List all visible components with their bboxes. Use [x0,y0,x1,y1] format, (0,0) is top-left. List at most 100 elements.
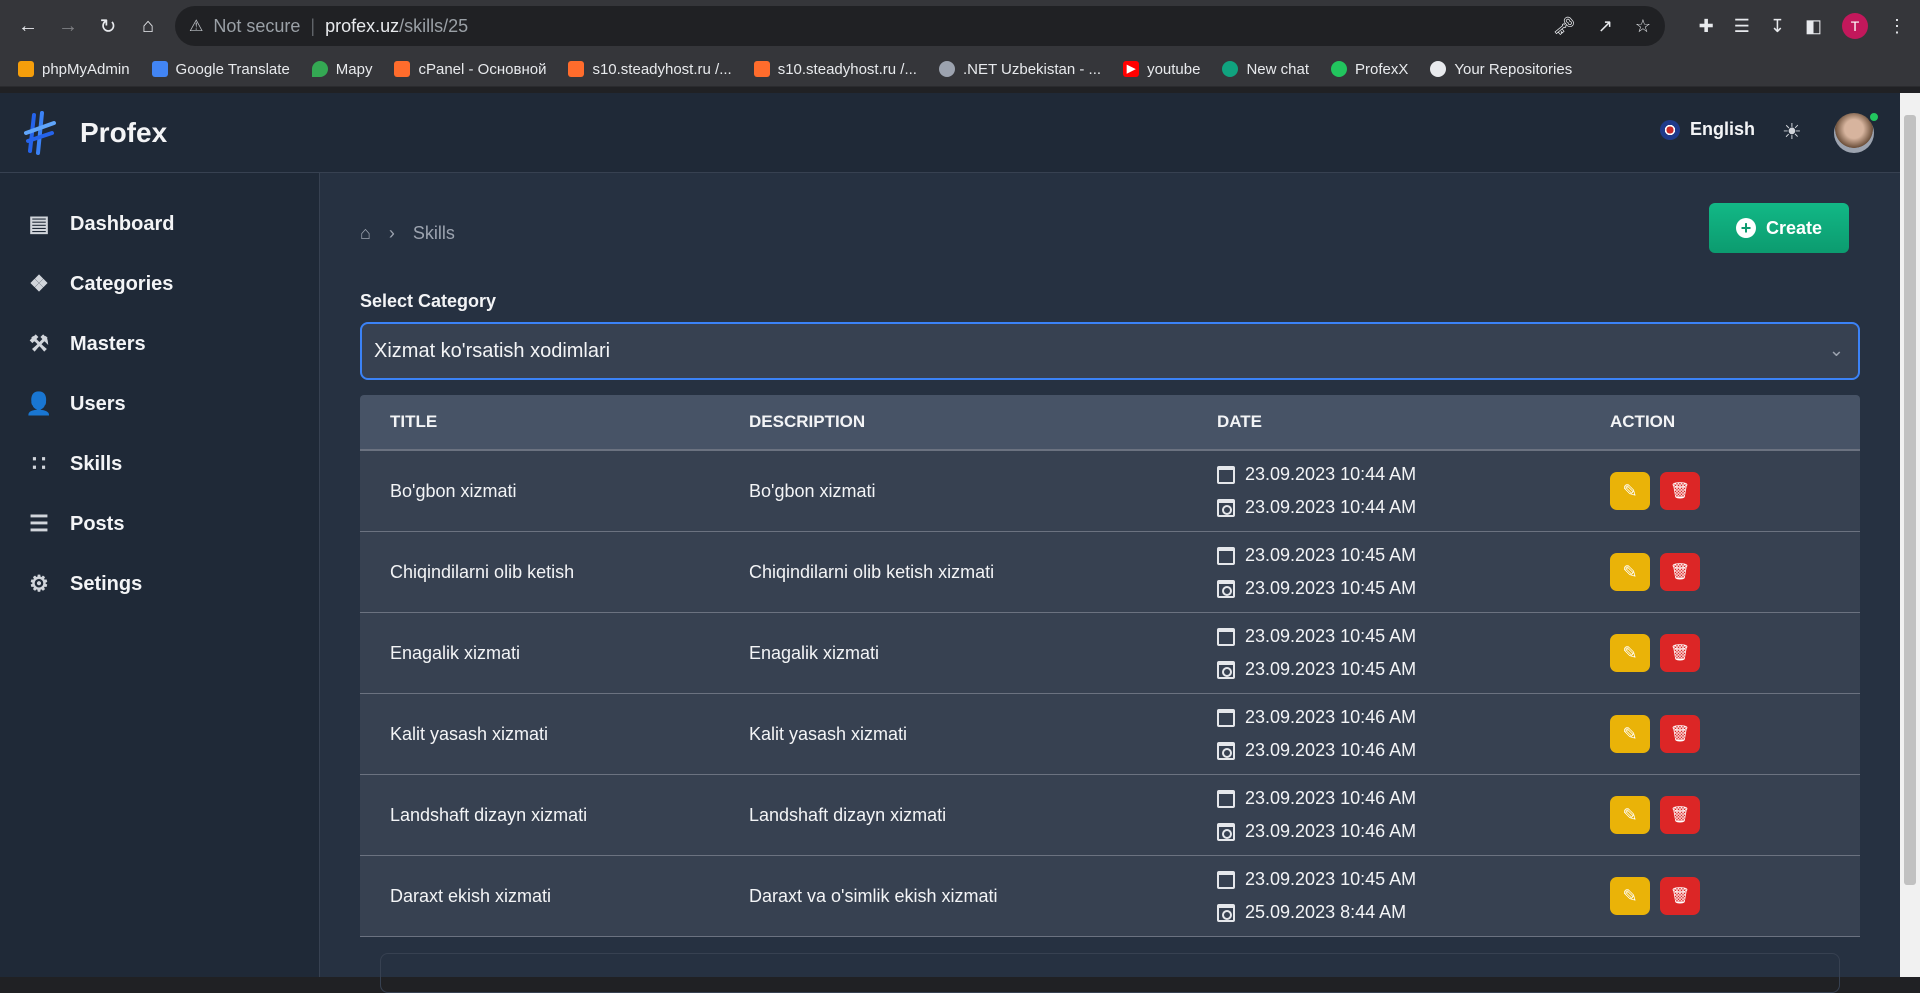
back-icon[interactable]: ← [10,8,46,44]
home-icon[interactable]: ⌂ [360,223,371,244]
pencil-icon: ✎ [1622,561,1638,582]
sidebar-item-label: Setings [70,572,143,595]
create-label: Create [1765,217,1823,238]
address-bar[interactable]: ⚠ Not secure | profex.uz/skills/25 🗝 ↗ ☆ [175,6,1665,46]
pencil-icon: ✎ [1622,885,1638,906]
download-icon[interactable]: ↧ [1770,16,1785,37]
bookmark-item[interactable]: Google Translate [151,61,290,78]
breadcrumb: ⌂ › Skills [360,223,455,244]
cell-date: 23.09.2023 10:45 AM 25.09.2023 8:44 AM [1217,869,1610,923]
users-icon: 👤 [25,391,53,416]
forward-icon[interactable]: → [50,8,86,44]
edit-button[interactable]: ✎ [1610,877,1650,915]
sidebar: ▤ Dashboard ❖ Categories ⚒ Masters 👤 Use… [0,173,320,977]
key-icon[interactable]: 🗝 [1553,16,1576,37]
security-label[interactable]: Not secure [213,16,300,37]
sidebar-item-settings[interactable]: ⚙ Setings [26,571,142,597]
bookmark-item[interactable]: New chat [1222,61,1309,78]
card-outline [380,953,1840,993]
create-button[interactable]: + Create [1709,203,1849,253]
omnibox-actions: 🗝 ↗ ☆ [1553,6,1651,46]
bookmark-item[interactable]: ProfexX [1330,61,1408,78]
table-header: TITLE DESCRIPTION DATE ACTION [360,395,1860,451]
table-row: Landshaft dizayn xizmati Landshaft dizay… [360,775,1860,856]
updated-date: 23.09.2023 10:44 AM [1217,497,1610,518]
language-selector[interactable]: English [1660,119,1755,140]
scrollbar-thumb[interactable] [1904,115,1916,885]
menu-icon[interactable]: ⋮ [1888,16,1906,37]
column-header: ACTION [1610,412,1676,431]
brand[interactable]: Profex [24,111,167,155]
url-host[interactable]: profex.uz [325,16,399,37]
created-date-text: 23.09.2023 10:45 AM [1245,869,1417,889]
hammer-icon: ⚒ [29,331,49,356]
sidebar-item-categories[interactable]: ❖ Categories [26,271,173,297]
side-panel-icon[interactable]: ◧ [1805,16,1822,37]
bookmark-label: .NET Uzbekistan - ... [962,60,1102,78]
sidebar-item-masters[interactable]: ⚒ Masters [26,331,145,357]
browser-actions: ✚ ☰ ↧ ◧ T ⋮ [1699,8,1906,44]
cell-description: Daraxt va o'simlik ekish xizmati [749,885,998,906]
bookmark-item[interactable]: ▶ youtube [1123,61,1200,78]
sidebar-item-dashboard[interactable]: ▤ Dashboard [26,211,175,237]
warning-icon[interactable]: ⚠ [189,16,203,36]
calendar-icon [1217,789,1235,808]
skills-icon: ∷ [32,451,46,476]
cell-title: Kalit yasash xizmati [390,723,549,744]
home-icon[interactable]: ⌂ [130,8,166,44]
bookmark-item[interactable]: s10.steadyhost.ru /... [753,61,917,78]
table-row: Enagalik xizmati Enagalik xizmati 23.09.… [360,613,1860,694]
category-select[interactable]: Xizmat ko'rsatish xodimlari ⌄ [360,322,1860,380]
delete-button[interactable]: 🗑 [1660,715,1700,753]
scrollbar[interactable] [1900,93,1920,977]
column-header: DATE [1217,412,1263,431]
column-header: DESCRIPTION [749,412,866,431]
sun-icon[interactable]: ☀ [1782,119,1802,145]
bookmark-item[interactable]: .NET Uzbekistan - ... [938,60,1102,78]
browser-toolbar: ← → ↻ ⌂ ⚠ Not secure | profex.uz/skills/… [0,0,1920,52]
cell-title: Daraxt ekish xizmati [390,885,552,906]
delete-button[interactable]: 🗑 [1660,877,1700,915]
table-row: Daraxt ekish xizmati Daraxt va o'simlik … [360,856,1860,937]
bookmark-item[interactable]: Your Repositories [1430,61,1572,78]
cell-actions: ✎ 🗑 [1610,715,1860,753]
calendar-icon [1217,465,1235,484]
breadcrumb-current: Skills [412,223,455,243]
cell-actions: ✎ 🗑 [1610,796,1860,834]
delete-button[interactable]: 🗑 [1660,553,1700,591]
app-header: Profex English ☀ [0,93,1900,173]
extensions-icon[interactable]: ✚ [1699,16,1714,37]
reload-icon[interactable]: ↻ [90,8,126,44]
url-path[interactable]: /skills/25 [399,16,468,37]
edit-button[interactable]: ✎ [1610,715,1650,753]
delete-button[interactable]: 🗑 [1660,634,1700,672]
calendar-edit-icon [1217,579,1235,598]
bookmark-item[interactable]: s10.steadyhost.ru /... [568,61,732,78]
cell-title: Enagalik xizmati [390,642,521,663]
bookmark-item[interactable]: phpMyAdmin [18,61,130,78]
created-date-text: 23.09.2023 10:44 AM [1245,464,1417,484]
edit-button[interactable]: ✎ [1610,796,1650,834]
edit-button[interactable]: ✎ [1610,553,1650,591]
sidebar-item-posts[interactable]: ☰ Posts [26,511,124,537]
delete-button[interactable]: 🗑 [1660,472,1700,510]
bookmark-item[interactable]: Mapy [311,61,372,78]
app: Profex English ☀ ▤ Dashboard ❖ Categorie… [0,93,1900,993]
reading-list-icon[interactable]: ☰ [1734,16,1750,37]
edit-button[interactable]: ✎ [1610,634,1650,672]
share-icon[interactable]: ↗ [1598,16,1613,37]
sidebar-item-skills[interactable]: ∷ Skills [26,451,122,477]
created-date-text: 23.09.2023 10:45 AM [1245,545,1417,565]
sidebar-item-users[interactable]: 👤 Users [25,391,125,417]
star-icon[interactable]: ☆ [1635,16,1651,37]
bookmark-icon [1222,61,1239,77]
table-body: Bo'gbon xizmati Bo'gbon xizmati 23.09.20… [360,451,1860,937]
updated-date: 23.09.2023 10:45 AM [1217,578,1610,599]
edit-button[interactable]: ✎ [1610,472,1650,510]
profile-avatar[interactable]: T [1842,13,1868,39]
delete-button[interactable]: 🗑 [1660,796,1700,834]
updated-date-text: 25.09.2023 8:44 AM [1245,902,1407,922]
trash-icon: 🗑 [1669,807,1691,824]
bookmark-item[interactable]: cPanel - Основной [394,61,546,78]
created-date-text: 23.09.2023 10:46 AM [1245,707,1417,727]
